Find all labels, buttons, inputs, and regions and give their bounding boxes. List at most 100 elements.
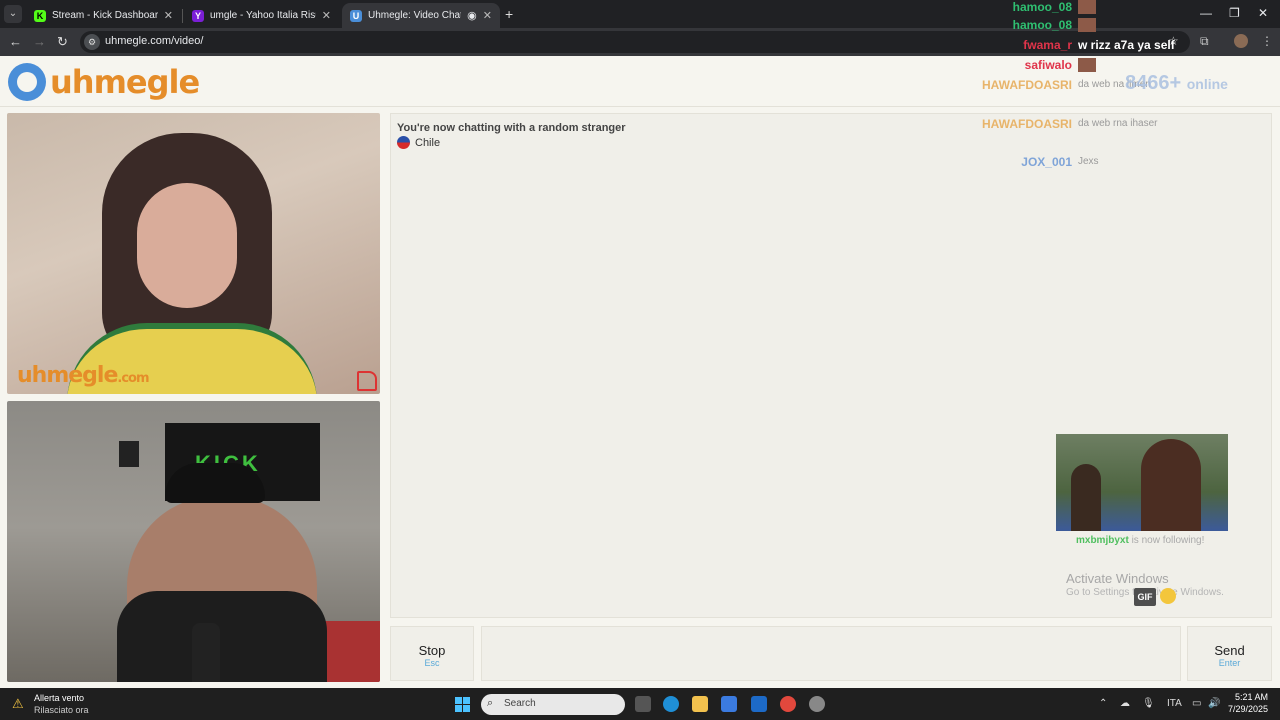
search-icon: ⌕ bbox=[487, 697, 494, 709]
taskbar-search[interactable]: ⌕ Search bbox=[481, 694, 625, 715]
stranger-face bbox=[137, 183, 237, 308]
minimize-icon[interactable]: — bbox=[1200, 6, 1212, 20]
stop-button[interactable]: Stop Esc bbox=[390, 626, 474, 681]
clip-figure bbox=[1071, 464, 1101, 531]
tab-search-chevron-icon[interactable]: ⌄ bbox=[4, 5, 22, 23]
network-icon[interactable]: ▭ bbox=[1192, 698, 1201, 709]
send-button[interactable]: Send Enter bbox=[1187, 626, 1272, 681]
overlay-message: da web rna ihaser bbox=[1078, 118, 1158, 129]
overlay-username: HAWAFDOASRI bbox=[982, 117, 1072, 131]
close-tab-icon[interactable]: ✕ bbox=[322, 9, 331, 22]
onedrive-icon[interactable]: ☁ bbox=[1120, 698, 1130, 709]
overlay-username: hamoo_08 bbox=[1012, 18, 1072, 32]
overlay-message: Jexs bbox=[1078, 156, 1099, 167]
emoji-icon[interactable] bbox=[1160, 588, 1176, 604]
microphone-icon[interactable]: 🎙 bbox=[1142, 698, 1155, 709]
uhmegle-logo[interactable]: uhmegle bbox=[8, 62, 200, 102]
kick-favicon-icon: K bbox=[34, 9, 46, 22]
online-counter: 8466+ online bbox=[1125, 72, 1228, 95]
task-view-icon[interactable] bbox=[635, 696, 651, 712]
tab-divider bbox=[182, 9, 183, 23]
close-tab-icon[interactable]: ✕ bbox=[483, 9, 492, 22]
user-avatar bbox=[1078, 18, 1096, 32]
tab-kick-dashboard[interactable]: K Stream - Kick Dashboard ✕ bbox=[26, 3, 181, 28]
back-icon[interactable]: ← bbox=[9, 34, 22, 49]
weather-warning-icon[interactable]: ⚠ bbox=[12, 696, 26, 711]
extensions-icon[interactable]: ⧉ bbox=[1200, 34, 1209, 49]
follow-text: is now following! bbox=[1131, 535, 1205, 546]
watermark-text: uhmegle bbox=[17, 363, 118, 388]
edge-icon[interactable] bbox=[663, 696, 679, 712]
menu-kebab-icon[interactable]: ⋮ bbox=[1261, 34, 1273, 48]
report-flag-icon[interactable] bbox=[357, 371, 377, 391]
tab-title: umgle - Yahoo Italia Risultati ri bbox=[210, 10, 316, 21]
language-indicator[interactable]: ITA bbox=[1167, 698, 1182, 709]
country-name: Chile bbox=[415, 136, 441, 149]
url-text: uhmegle.com/video/ bbox=[105, 35, 204, 47]
close-window-icon[interactable]: ✕ bbox=[1258, 6, 1268, 20]
windows-taskbar: ⚠ Allerta vento Rilasciato ora ⌕ Search … bbox=[0, 688, 1280, 720]
clock-time: 5:21 AM bbox=[1234, 692, 1268, 702]
uhmegle-favicon-icon: U bbox=[350, 9, 362, 22]
chat-status-message: You're now chatting with a random strang… bbox=[397, 122, 626, 134]
send-label: Send bbox=[1214, 643, 1245, 658]
header-divider bbox=[0, 106, 1280, 107]
site-info-icon[interactable]: ⚙ bbox=[84, 34, 100, 50]
logo-bubble-icon bbox=[8, 63, 46, 101]
profile-avatar[interactable] bbox=[1234, 34, 1248, 48]
watermark-suffix: .com bbox=[117, 371, 149, 386]
tab-title: Uhmegle: Video Chat | Om bbox=[368, 10, 462, 21]
stranger-country: Chile bbox=[397, 136, 440, 149]
weather-alert-title[interactable]: Allerta vento bbox=[34, 693, 84, 703]
tray-overflow-icon[interactable]: ⌃ bbox=[1099, 698, 1107, 709]
streamer-cap bbox=[165, 463, 265, 503]
uhmegle-watermark: uhmegle.com bbox=[17, 363, 150, 388]
restore-icon[interactable]: ❐ bbox=[1229, 6, 1240, 20]
obs-icon[interactable] bbox=[809, 696, 825, 712]
recording-indicator-icon: ◉ bbox=[467, 10, 477, 22]
gif-button[interactable]: GIF bbox=[1134, 588, 1156, 606]
overlay-message: w rizz a7a ya self bbox=[1078, 38, 1175, 52]
overlay-username: safiwalo bbox=[1024, 58, 1072, 72]
forward-icon[interactable]: → bbox=[33, 34, 46, 49]
search-placeholder: Search bbox=[504, 698, 536, 709]
tab-uhmegle[interactable]: U Uhmegle: Video Chat | Om ◉ ✕ bbox=[342, 3, 500, 28]
overlay-username: fwama_r bbox=[1023, 38, 1072, 52]
new-tab-icon[interactable]: + bbox=[505, 6, 513, 22]
stranger-video: uhmegle.com bbox=[7, 113, 380, 394]
user-avatar bbox=[1078, 0, 1096, 14]
self-webcam-video: KICK bbox=[7, 401, 380, 682]
follower-name: mxbmjbyxt bbox=[1076, 535, 1129, 546]
chrome-icon[interactable] bbox=[780, 696, 796, 712]
wall-switch bbox=[119, 441, 139, 467]
volume-icon[interactable]: 🔊 bbox=[1208, 698, 1220, 709]
stop-shortcut: Esc bbox=[424, 658, 440, 668]
online-label: online bbox=[1186, 76, 1228, 92]
overlay-username: HAWAFDOASRI bbox=[982, 78, 1072, 92]
chile-flag-icon bbox=[397, 136, 410, 149]
microphone bbox=[192, 623, 220, 682]
follow-alert-clip bbox=[1056, 434, 1228, 531]
streamer-tank-top bbox=[117, 591, 327, 682]
follow-alert: mxbmjbyxt is now following! bbox=[1076, 535, 1204, 546]
yahoo-favicon-icon: Y bbox=[192, 9, 204, 22]
user-avatar bbox=[1078, 58, 1096, 72]
start-windows-icon[interactable] bbox=[455, 697, 470, 712]
file-explorer-icon[interactable] bbox=[692, 696, 708, 712]
tab-yahoo-results[interactable]: Y umgle - Yahoo Italia Risultati ri ✕ bbox=[184, 3, 339, 28]
close-tab-icon[interactable]: ✕ bbox=[164, 9, 173, 22]
overlay-username: JOX_001 bbox=[1021, 155, 1072, 169]
stop-label: Stop bbox=[418, 643, 446, 658]
tab-title: Stream - Kick Dashboard bbox=[52, 10, 158, 21]
message-input[interactable] bbox=[481, 626, 1181, 681]
outlook-icon[interactable] bbox=[751, 696, 767, 712]
activate-windows-title: Activate Windows bbox=[1066, 571, 1169, 586]
overlay-username: hamoo_08 bbox=[1012, 0, 1072, 14]
clock-date: 7/29/2025 bbox=[1227, 704, 1268, 714]
system-clock[interactable]: 5:21 AM 7/29/2025 bbox=[1222, 692, 1268, 714]
store-icon[interactable] bbox=[721, 696, 737, 712]
logo-text: uhmegle bbox=[50, 63, 200, 101]
weather-alert-subtitle: Rilasciato ora bbox=[34, 705, 89, 715]
reload-icon[interactable]: ↻ bbox=[57, 34, 68, 50]
send-shortcut: Enter bbox=[1218, 658, 1241, 668]
